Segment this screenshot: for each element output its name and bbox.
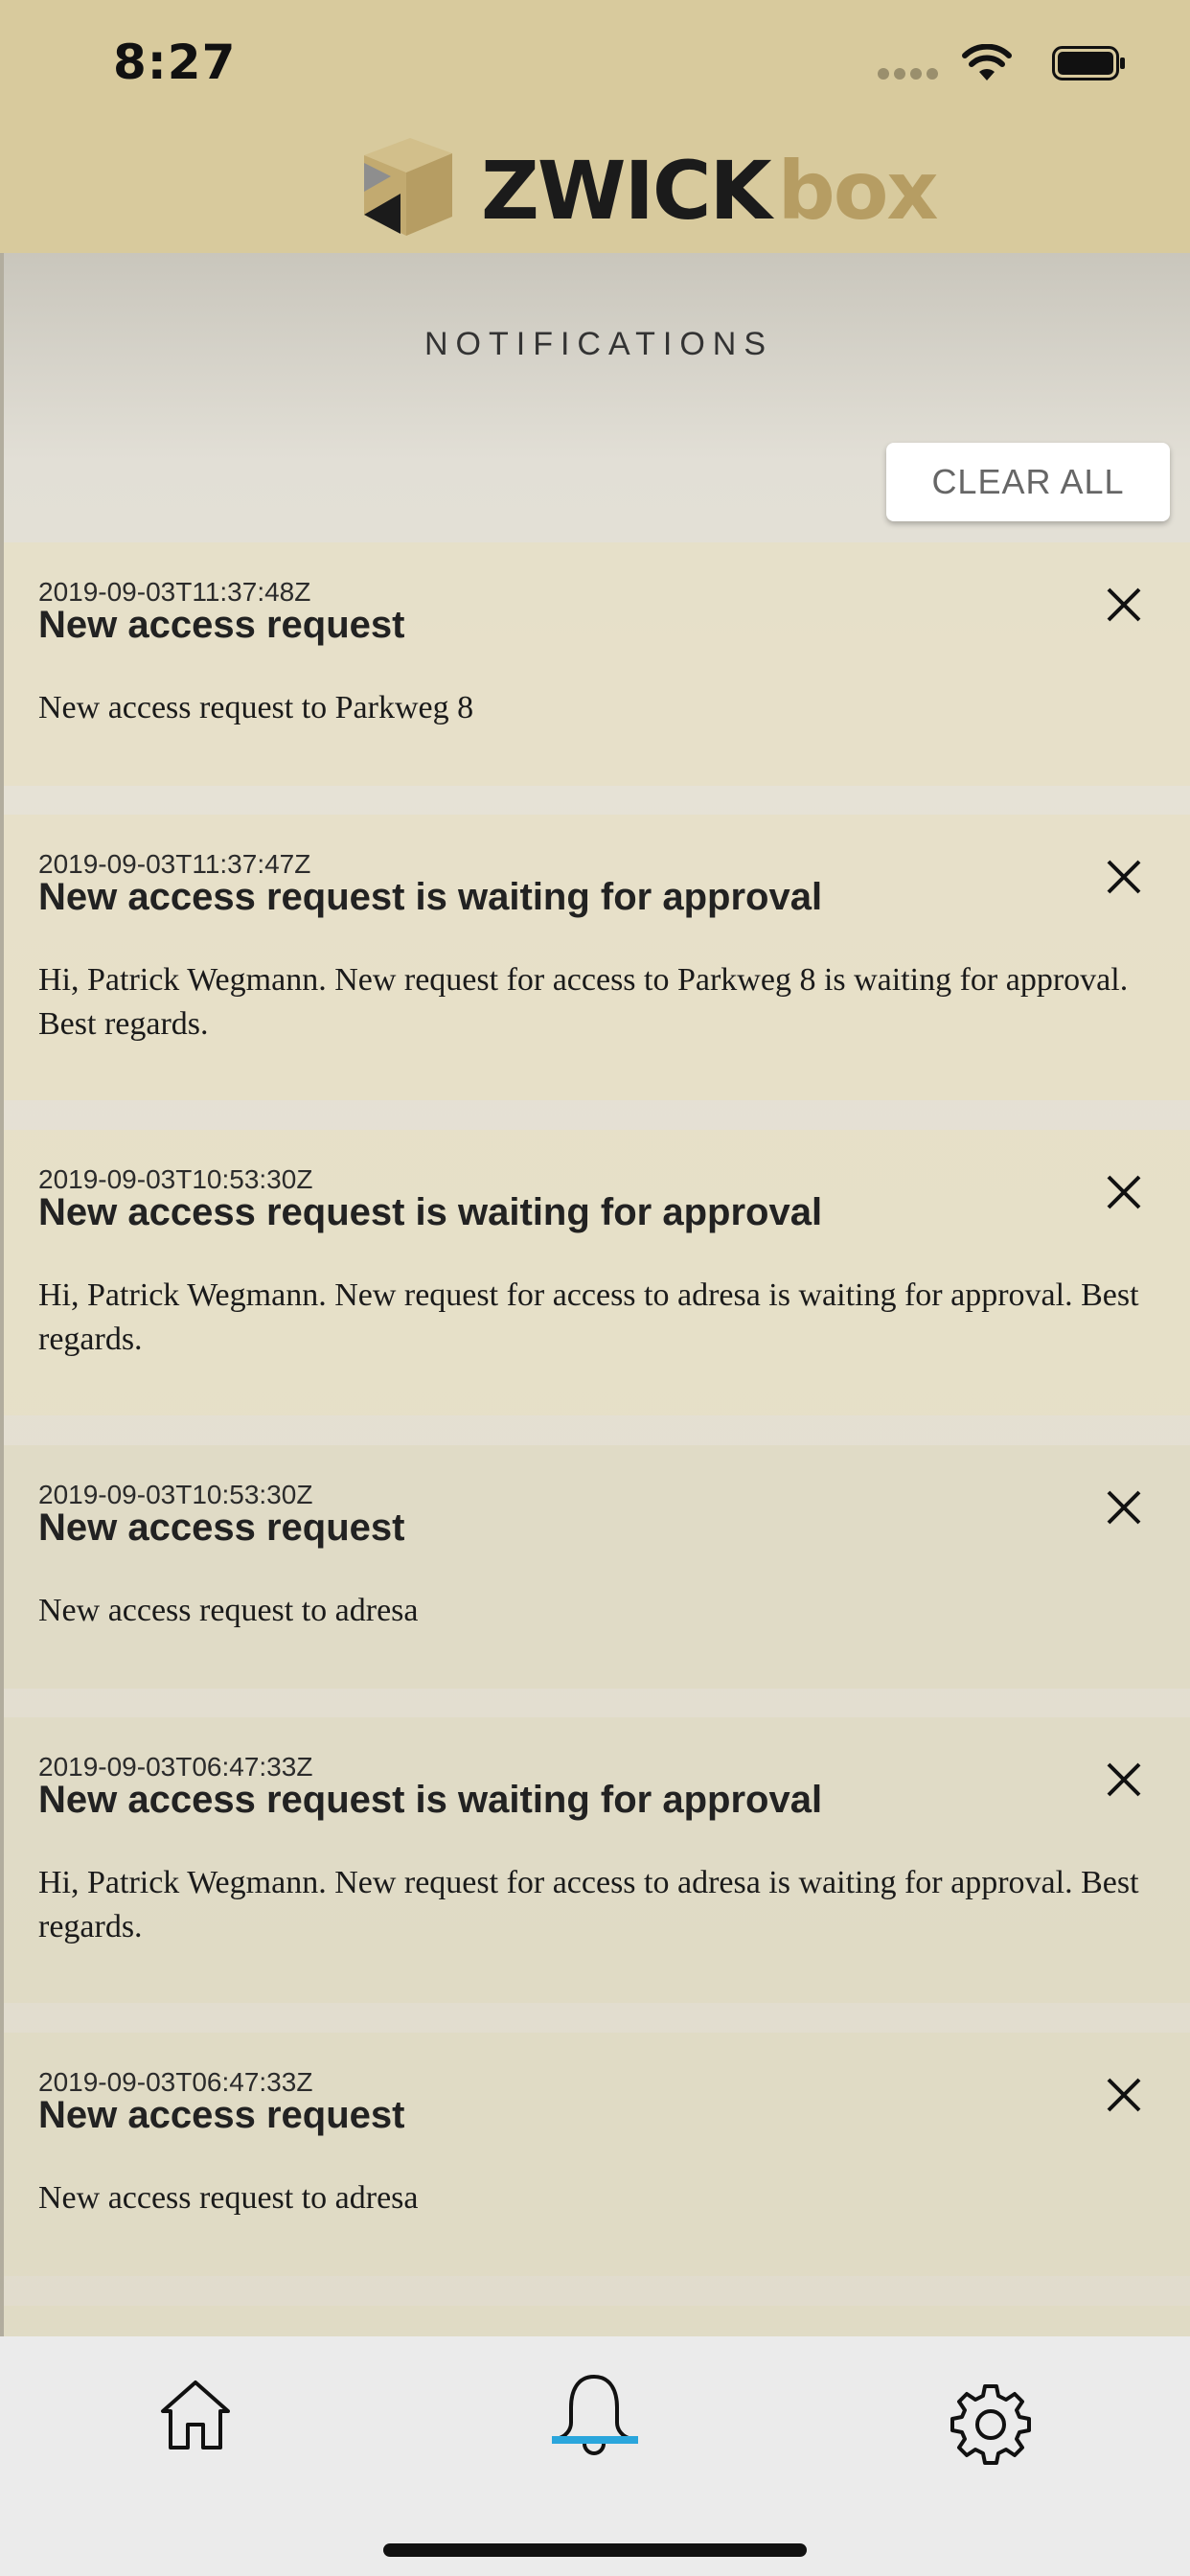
notification-title: New access request [38, 604, 405, 646]
notification-card[interactable]: 2019-09-03T11:37:47Z New access request … [4, 815, 1190, 1100]
notification-title: New access request is waiting for approv… [38, 1191, 823, 1233]
notification-title: New access request [38, 1506, 405, 1549]
close-icon[interactable] [1106, 586, 1142, 623]
notification-card-partial[interactable] [4, 2306, 1190, 2336]
notification-body: Hi, Patrick Wegmann. New request for acc… [38, 1865, 1139, 1944]
status-icons [878, 44, 1127, 82]
home-indicator [383, 2543, 807, 2557]
close-icon[interactable] [1106, 1761, 1142, 1798]
active-tab-indicator [552, 2436, 638, 2444]
gear-icon[interactable] [933, 2361, 1048, 2476]
notification-card[interactable]: 2019-09-03T11:37:48Z New access request … [4, 542, 1190, 786]
notifications-screen[interactable]: NOTIFICATIONS CLEAR ALL 2019-09-03T11:37… [0, 253, 1190, 2336]
notification-body: New access request to Parkweg 8 [38, 690, 474, 725]
zwickbox-logo: ZWICKbox [353, 134, 939, 242]
notification-title: New access request is waiting for approv… [38, 1779, 823, 1821]
notification-card[interactable]: 2019-09-03T10:53:30Z New access request … [4, 1130, 1190, 1415]
status-time: 8:27 [113, 34, 237, 90]
notification-title: New access request is waiting for approv… [38, 876, 823, 918]
notification-body: Hi, Patrick Wegmann. New request for acc… [38, 1277, 1139, 1357]
app-header: 8:27 ZWICKbox [0, 0, 1190, 253]
brand-wordmark: ZWICKbox [481, 144, 939, 238]
battery-icon [1052, 46, 1125, 80]
notification-body: New access request to adresa [38, 1593, 419, 1628]
close-icon[interactable] [1106, 1174, 1142, 1210]
bottom-tab-bar [0, 2336, 1190, 2576]
notification-card[interactable]: 2019-09-03T06:47:33Z New access request … [4, 1717, 1190, 2003]
brand-name-part2: box [777, 144, 939, 238]
bell-icon[interactable] [537, 2361, 652, 2476]
notification-card[interactable]: 2019-09-03T10:53:30Z New access request … [4, 1445, 1190, 1689]
notification-title: New access request [38, 2094, 405, 2136]
notification-body: Hi, Patrick Wegmann. New request for acc… [38, 962, 1129, 1042]
wifi-icon [962, 44, 1012, 80]
notification-card[interactable]: 2019-09-03T06:47:33Z New access request … [4, 2033, 1190, 2276]
clear-all-button[interactable]: CLEAR ALL [886, 443, 1170, 521]
close-icon[interactable] [1106, 859, 1142, 895]
box-logo-icon [364, 138, 452, 236]
cellular-signal-icon [878, 65, 943, 83]
brand-name-part1: ZWICK [481, 144, 772, 238]
close-icon[interactable] [1106, 1489, 1142, 1526]
notification-body: New access request to adresa [38, 2180, 419, 2216]
close-icon[interactable] [1106, 2077, 1142, 2113]
home-icon[interactable] [138, 2361, 253, 2476]
page-title: NOTIFICATIONS [423, 326, 774, 362]
